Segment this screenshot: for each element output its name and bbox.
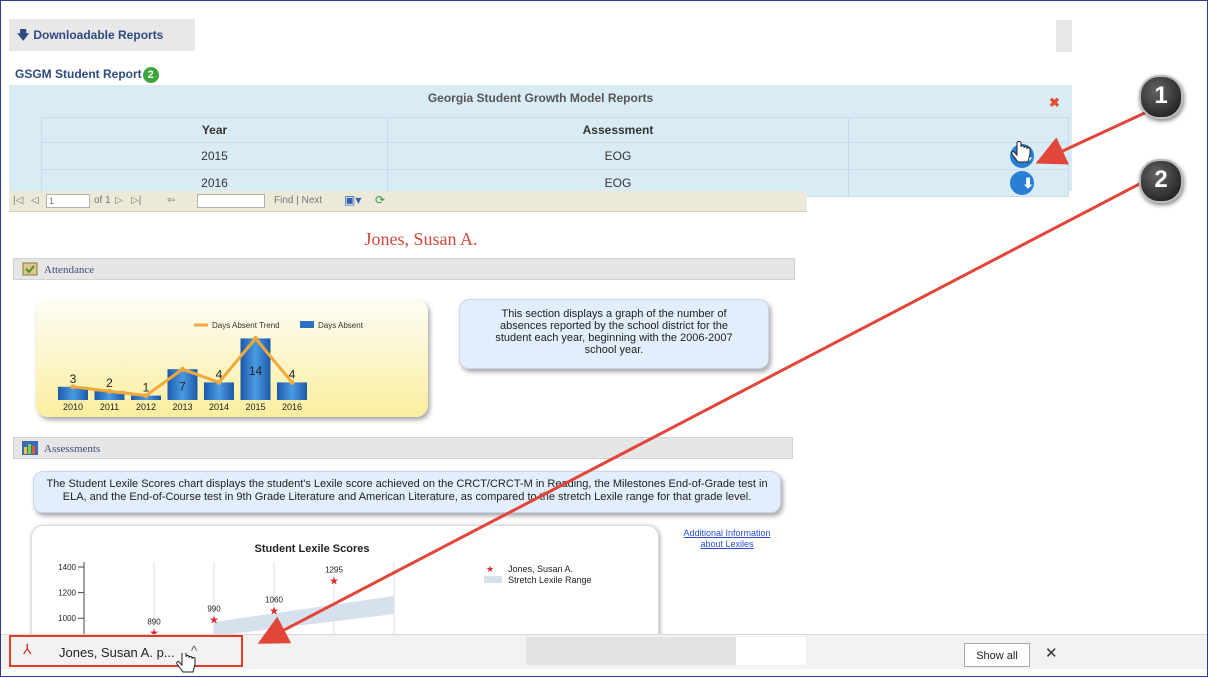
panel-title: Georgia Student Growth Model Reports [427, 91, 654, 105]
page-count: of 1 [94, 195, 111, 206]
y-tick-label: 1200 [58, 589, 76, 598]
lexile-chart-svg: Student Lexile Scores140012001000★890 ★99… [58, 543, 592, 639]
col-header-year: Year [41, 117, 388, 143]
bar-value-label: 7 [179, 380, 186, 394]
hand-cursor-icon [1011, 141, 1031, 163]
trend-point [253, 335, 258, 341]
table-row: 2015 EOG ⬇ [41, 142, 1069, 170]
arrow-down-icon: 🡇 [17, 28, 30, 42]
header-stub [1056, 20, 1072, 52]
col-header-download [848, 117, 1069, 143]
legend-bar-label: Days Absent [318, 321, 364, 330]
close-icon[interactable]: ✖ [1049, 95, 1060, 111]
callout-1-badge: 1 [1139, 75, 1183, 119]
attendance-chart-svg: Days Absent Trend Days Absent320102201112… [58, 321, 364, 412]
downloadable-reports-toggle[interactable]: 🡇 Downloadable Reports [9, 19, 195, 51]
find-next-links[interactable]: Find | Next [274, 195, 322, 206]
score-star: ★ [209, 613, 219, 626]
last-page-icon[interactable]: ▷| [131, 195, 141, 206]
show-all-button[interactable]: Show all [964, 643, 1030, 667]
attendance-chart: Days Absent Trend Days Absent 3 2010 2 2011 1 2… [36, 299, 428, 417]
attendance-bar [277, 382, 307, 400]
trend-point [107, 388, 112, 394]
download-icon[interactable]: ⬇ [1010, 171, 1034, 195]
gsgm-table: Year Assessment 2015 EOG ⬇ 2016 EOG ⬇ [41, 117, 1069, 197]
attendance-label: Attendance [44, 264, 95, 276]
score-label: 890 [147, 617, 161, 626]
trend-point [70, 384, 76, 390]
next-page-icon[interactable]: ▷ [115, 195, 123, 206]
hand-cursor-icon [176, 653, 196, 673]
score-label: 990 [207, 604, 221, 613]
lexile-info-box: The Student Lexile Scores chart displays… [33, 471, 781, 513]
download-file-name: Jones, Susan A. p... [59, 645, 175, 660]
legend-range-swatch [484, 576, 502, 583]
trend-point [289, 379, 295, 385]
lexile-chart-title: Student Lexile Scores [255, 543, 370, 555]
x-tick-label: 2011 [100, 402, 119, 412]
additional-info-link[interactable]: Additional Information about Lexiles [677, 528, 777, 550]
x-tick-label: 2016 [282, 402, 302, 412]
assessments-label: Assessments [44, 443, 101, 455]
lexile-chart: Student Lexile Scores 1400 1200 1000 ★ 890 ★ 99… [31, 525, 659, 639]
attendance-bar [204, 382, 234, 400]
x-tick-label: 2012 [136, 402, 156, 412]
trend-point [216, 379, 222, 385]
prev-page-icon[interactable]: ◁ [31, 195, 39, 206]
gsgm-label: GSGM Student Report [15, 67, 142, 82]
score-label: 1060 [265, 596, 283, 605]
legend-star: ★ [486, 565, 494, 575]
attendance-section-header[interactable]: Attendance [13, 258, 795, 280]
assessments-section-header[interactable]: Assessments [13, 437, 793, 459]
attendance-info-box: This section displays a graph of the num… [459, 299, 769, 369]
legend-student-label: Jones, Susan A. [508, 564, 573, 574]
legend-trend-label: Days Absent Trend [212, 321, 280, 330]
cell-assessment: EOG [387, 142, 849, 170]
student-name: Jones, Susan A. [364, 229, 478, 249]
bar-chart-icon [22, 441, 38, 455]
first-page-icon[interactable]: |◁ [13, 195, 23, 206]
x-tick-label: 2015 [245, 402, 265, 412]
download-cell: ⬇ [848, 142, 1069, 170]
download-cell: ⬇ [848, 169, 1069, 197]
find-input[interactable] [197, 194, 265, 208]
report-toolbar: |◁ ◁ 1 of 1 ▷ ▷| ⇦ Find | Next ▣▾ ⟳ [9, 191, 807, 212]
export-save-icon[interactable]: ▣▾ [344, 193, 361, 207]
legend-range-label: Stretch Lexile Range [508, 575, 592, 585]
x-tick-label: 2014 [209, 402, 229, 412]
bar-value-label: 2 [106, 376, 113, 390]
bar-value-label: 14 [249, 364, 263, 378]
back-icon[interactable]: ⇦ [167, 195, 175, 206]
x-tick-label: 2013 [172, 402, 192, 412]
download-bar-gap [526, 637, 736, 665]
download-item[interactable]: ⅄ Jones, Susan A. p... ^ [9, 635, 243, 667]
page-number-input[interactable]: 1 [46, 194, 90, 208]
close-download-bar-icon[interactable]: ✕ [1045, 644, 1058, 662]
y-tick-label: 1400 [58, 563, 76, 572]
bar-value-label: 3 [70, 372, 77, 386]
col-header-assessment: Assessment [387, 117, 849, 143]
pdf-file-icon: ⅄ [23, 641, 32, 657]
trend-point [180, 366, 185, 372]
callout-2-badge: 2 [1139, 159, 1183, 203]
y-tick-label: 1000 [58, 614, 76, 623]
download-bar-gap [736, 637, 806, 665]
gsgm-report-link[interactable]: GSGM Student Report 2 [15, 67, 159, 83]
count-badge: 2 [142, 67, 159, 83]
cell-year: 2015 [41, 142, 388, 170]
score-label: 1295 [325, 565, 343, 574]
score-star: ★ [269, 605, 279, 618]
clipboard-icon [22, 262, 38, 276]
score-star: ★ [329, 574, 339, 587]
x-tick-label: 2010 [63, 402, 83, 412]
downloadable-reports-label: Downloadable Reports [33, 28, 164, 42]
trend-point [143, 393, 149, 399]
stretch-range-band [214, 596, 394, 636]
legend-bar-swatch [300, 321, 314, 328]
refresh-icon[interactable]: ⟳ [375, 193, 385, 207]
